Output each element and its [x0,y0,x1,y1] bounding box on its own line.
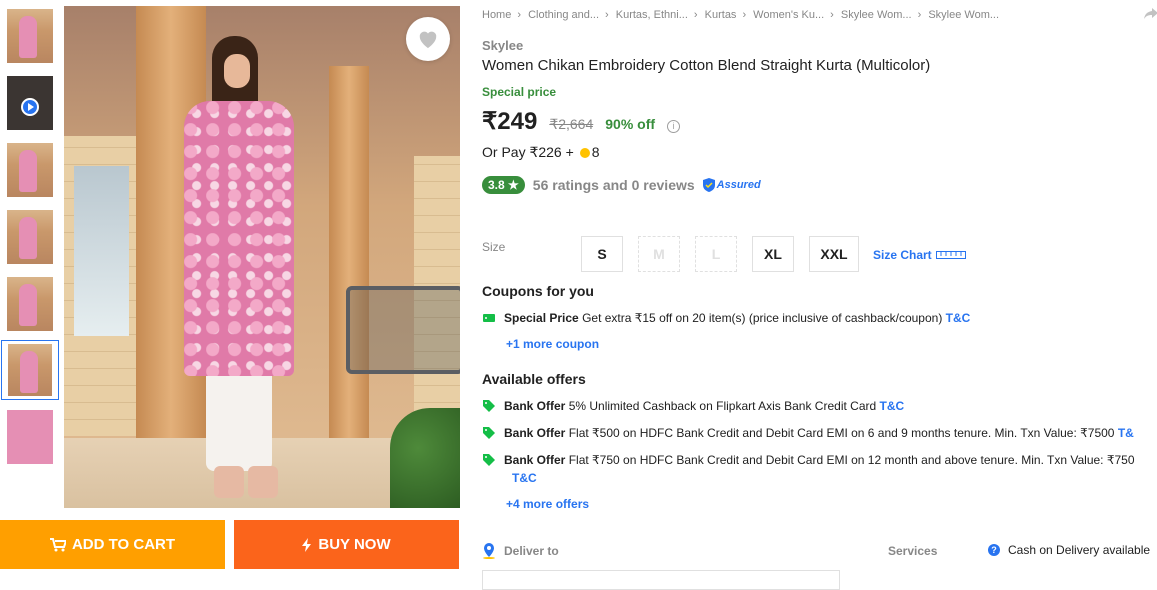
assured-badge: Assured [702,178,761,192]
thumbnail-7[interactable] [1,407,59,467]
main-product-image[interactable] [64,6,460,508]
offer-title: Bank Offer [504,399,566,413]
lightning-icon [302,537,312,552]
product-title: Women Chikan Embroidery Cotton Blend Str… [482,57,931,74]
offer-title: Bank Offer [504,426,566,440]
offers-heading: Available offers [482,371,586,387]
selling-price: ₹249 [482,108,538,135]
rating-badge[interactable]: 3.8 ★ [482,176,525,194]
window [74,166,129,336]
cod-info: ? Cash on Delivery available [988,543,1150,557]
breadcrumb-item[interactable]: Clothing and... [528,9,599,21]
breadcrumb-item[interactable]: Skylee Wom... [928,9,999,21]
rating-row: 3.8 ★ 56 ratings and 0 reviews Assured [482,176,761,194]
price-row: ₹249 ₹2,664 90% off i [482,107,681,136]
more-coupons-link[interactable]: +1 more coupon [506,337,599,351]
coupon-item: Special Price Get extra ₹15 off on 20 it… [482,311,970,325]
original-price: ₹2,664 [549,116,594,132]
breadcrumb-item[interactable]: Kurtas, Ethni... [616,9,688,21]
special-price-label: Special price [482,85,557,99]
thumbnail-3[interactable] [1,140,59,200]
discount-percent: 90% off [605,116,656,132]
play-icon [21,98,39,116]
model-figure [174,36,304,498]
star-icon: ★ [508,178,519,192]
brand-name[interactable]: Skylee [482,38,523,53]
size-chart-link[interactable]: Size Chart [873,248,966,262]
offer-tc-link[interactable]: T&C [512,471,537,485]
plant [390,408,460,508]
offer-title: Bank Offer [504,453,566,467]
cart-icon [49,537,66,551]
question-icon[interactable]: ? [988,544,1000,556]
ruler-icon [935,251,966,259]
offer-tag-icon [483,454,495,466]
coin-count: 8 [591,144,600,160]
offer-tc-link[interactable]: T& [1118,426,1134,440]
supercoin-icon [579,148,590,158]
breadcrumb-item[interactable]: Women's Ku... [753,9,824,21]
share-icon[interactable] [1144,8,1157,20]
coupon-icon [483,314,495,322]
wooden-pillar-right [329,66,369,446]
coupon-text: Get extra ₹15 off on 20 item(s) (price i… [582,311,943,325]
supercoin-offer: Or Pay ₹226 + 8 [482,144,599,161]
offer-tc-link[interactable]: T&C [880,399,905,413]
size-option-xl[interactable]: XL [752,236,794,272]
shield-icon [702,178,715,192]
offer-item: Bank Offer Flat ₹750 on HDFC Bank Credit… [482,453,1135,467]
buy-now-button[interactable]: BUY NOW [234,520,459,569]
breadcrumb-item[interactable]: Kurtas [705,9,737,21]
breadcrumb-item[interactable]: Home [482,9,511,21]
or-pay-text: Or Pay ₹226 + [482,144,574,160]
coupon-tc-link[interactable]: T&C [946,311,971,325]
thumbnail-4[interactable] [1,207,59,267]
offer-item: Bank Offer Flat ₹500 on HDFC Bank Credit… [482,426,1134,440]
coupons-heading: Coupons for you [482,283,594,299]
size-options: S M L XL XXL [581,236,859,272]
info-icon[interactable]: i [667,120,681,133]
ratings-count[interactable]: 56 ratings and 0 reviews [533,177,695,193]
thumbnail-video[interactable] [1,73,59,133]
size-label: Size [482,240,506,254]
assured-label: Assured [716,179,761,191]
heart-icon [419,31,437,49]
deliver-to: Deliver to [482,543,559,559]
swing [346,286,460,374]
rating-value: 3.8 [488,178,505,192]
coupon-title: Special Price [504,311,579,325]
thumbnail-1[interactable] [1,6,59,66]
offer-tag-icon [483,427,495,439]
cod-text: Cash on Delivery available [1008,543,1151,557]
offer-item: Bank Offer 5% Unlimited Cashback on Flip… [482,399,904,413]
wishlist-button[interactable] [406,17,450,61]
size-chart-label: Size Chart [873,248,932,262]
deliver-to-label: Deliver to [504,544,559,558]
location-pin-icon [483,543,495,559]
buy-now-label: BUY NOW [318,536,391,553]
size-option-m[interactable]: M [638,236,680,272]
services-label: Services [888,544,938,558]
size-option-l[interactable]: L [695,236,737,272]
breadcrumb: Home › Clothing and... › Kurtas, Ethni... ›… [482,9,1000,21]
thumbnail-6-selected[interactable] [1,340,59,400]
offer-text: Flat ₹750 on HDFC Bank Credit and Debit … [568,453,1135,467]
more-offers-link[interactable]: +4 more offers [506,497,589,511]
size-option-xxl[interactable]: XXL [809,236,859,272]
thumbnail-5[interactable] [1,274,59,334]
size-option-s[interactable]: S [581,236,623,272]
offer-text: Flat ₹500 on HDFC Bank Credit and Debit … [568,426,1115,440]
add-to-cart-label: ADD TO CART [71,536,176,553]
offer-tag-icon [483,400,495,412]
pincode-input[interactable] [482,570,840,590]
add-to-cart-button[interactable]: ADD TO CART [0,520,225,569]
breadcrumb-item[interactable]: Skylee Wom... [841,9,912,21]
offer-text: 5% Unlimited Cashback on Flipkart Axis B… [568,399,877,413]
